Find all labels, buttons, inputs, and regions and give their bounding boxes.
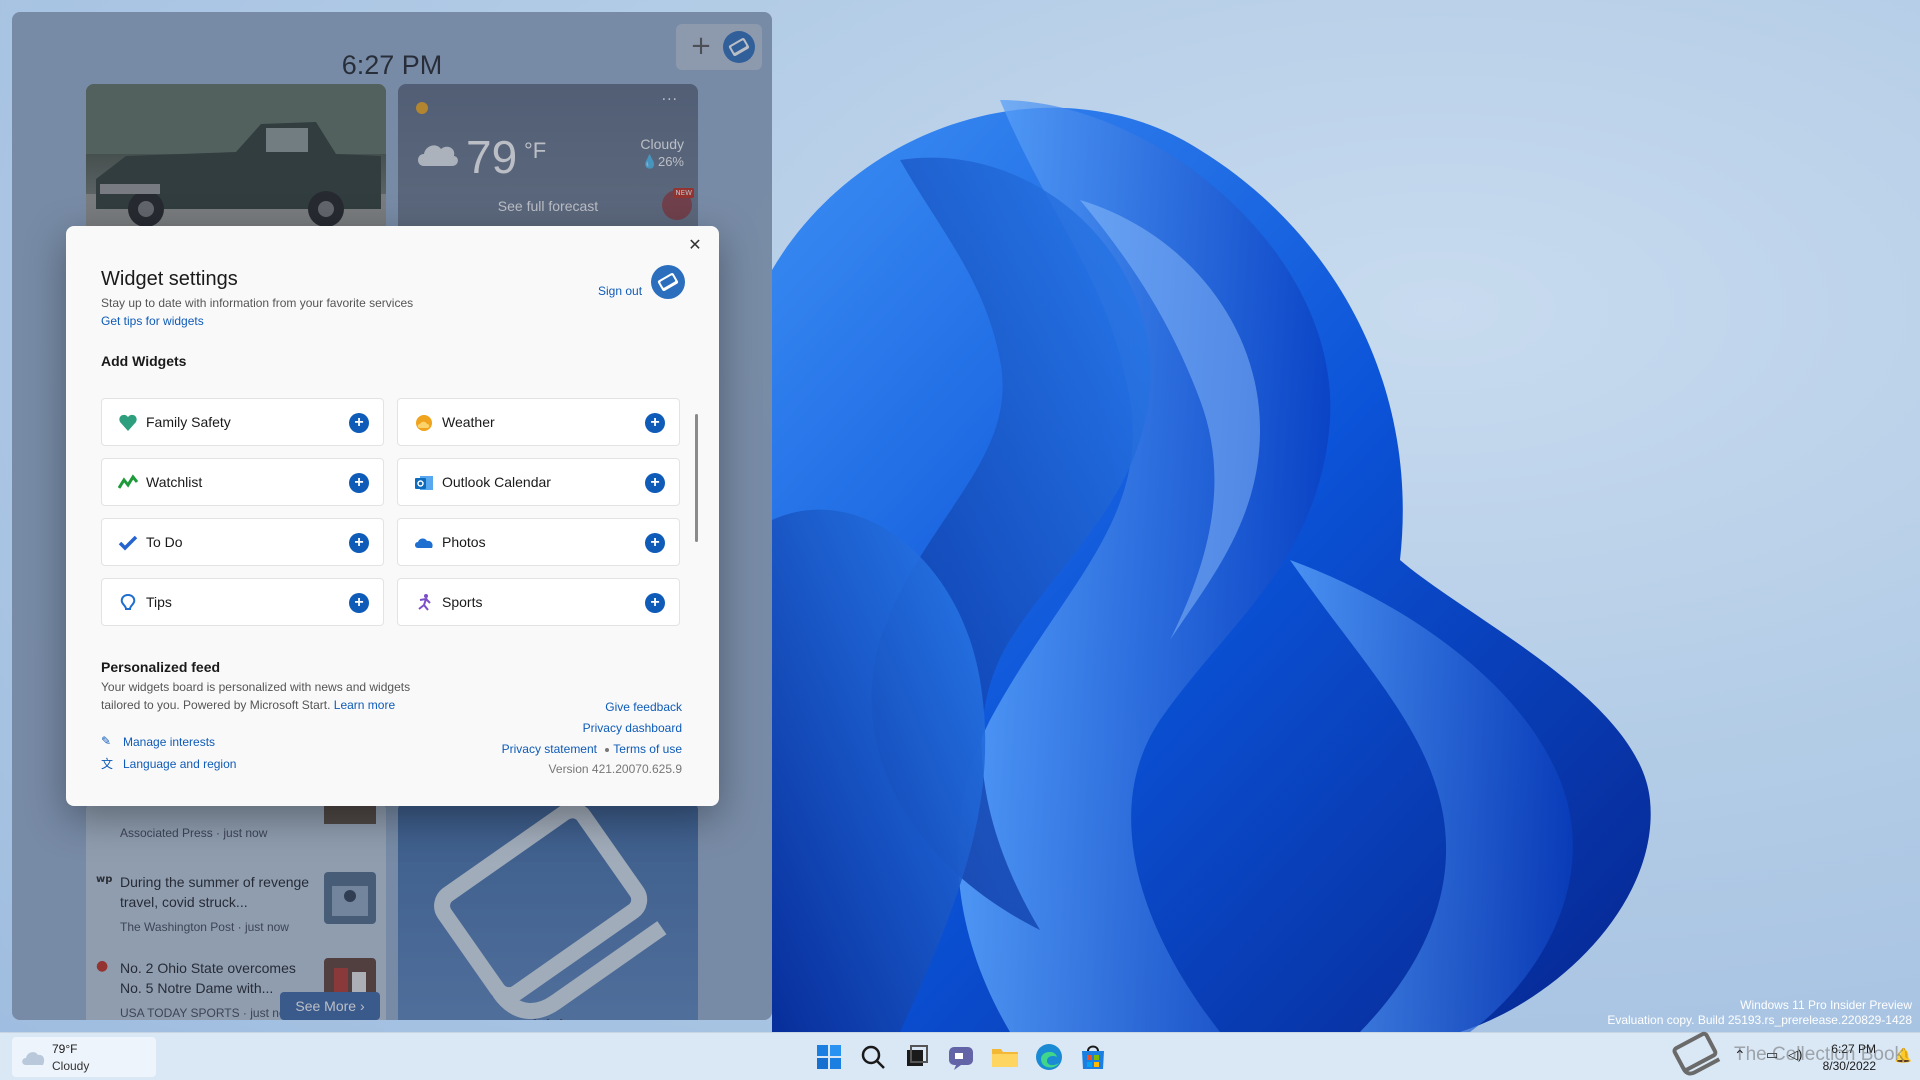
add-circle-icon[interactable]: + bbox=[349, 533, 369, 553]
language-region-link[interactable]: Language and region bbox=[123, 757, 236, 771]
task-view-icon[interactable] bbox=[901, 1041, 933, 1073]
personalized-feed-heading: Personalized feed bbox=[101, 659, 220, 675]
privacy-dashboard-link[interactable]: Privacy dashboard bbox=[583, 721, 682, 735]
store-icon[interactable] bbox=[1077, 1041, 1109, 1073]
tips-link[interactable]: Get tips for widgets bbox=[101, 314, 204, 328]
privacy-statement-link[interactable]: Privacy statement bbox=[502, 742, 597, 756]
widget-tile-to-do[interactable]: To Do + bbox=[101, 518, 384, 566]
widget-label: Photos bbox=[442, 534, 486, 550]
taskbar-weather-widget[interactable]: 79°F Cloudy bbox=[12, 1037, 156, 1077]
outlook-icon bbox=[414, 473, 434, 493]
chat-icon[interactable] bbox=[945, 1041, 977, 1073]
photos-icon bbox=[414, 533, 434, 553]
widget-label: Watchlist bbox=[146, 474, 202, 490]
edge-icon[interactable] bbox=[1033, 1041, 1065, 1073]
add-circle-icon[interactable]: + bbox=[645, 413, 665, 433]
widget-label: Weather bbox=[442, 414, 495, 430]
tips-icon bbox=[118, 593, 138, 613]
widget-tile-photos[interactable]: Photos + bbox=[397, 518, 680, 566]
sports-icon bbox=[414, 593, 434, 613]
scrollbar[interactable] bbox=[695, 414, 698, 542]
widget-tile-family-safety[interactable]: Family Safety + bbox=[101, 398, 384, 446]
dialog-subtitle: Stay up to date with information from yo… bbox=[101, 296, 413, 310]
add-circle-icon[interactable]: + bbox=[645, 533, 665, 553]
learn-more-link[interactable]: Learn more bbox=[334, 698, 395, 712]
widget-tile-weather[interactable]: Weather + bbox=[397, 398, 680, 446]
sign-out-link[interactable]: Sign out bbox=[598, 284, 642, 298]
pencil-icon: ✎ bbox=[101, 734, 115, 748]
widget-label: To Do bbox=[146, 534, 183, 550]
family-safety-icon bbox=[118, 413, 138, 433]
taskbar-weather-condition: Cloudy bbox=[52, 1059, 89, 1073]
collection-book-icon bbox=[1668, 1030, 1722, 1078]
manage-interests-link[interactable]: Manage interests bbox=[123, 735, 215, 749]
version-text: Version 421.20070.625.9 bbox=[549, 762, 682, 776]
taskbar: 79°F Cloudy ⌃ ▭ ◁) 6:27 PM 8/30/2022 🔔 bbox=[0, 1032, 1920, 1080]
cloud-icon bbox=[20, 1047, 46, 1067]
search-icon[interactable] bbox=[857, 1041, 889, 1073]
evaluation-watermark: Windows 11 Pro Insider Preview Evaluatio… bbox=[1607, 998, 1912, 1028]
add-circle-icon[interactable]: + bbox=[349, 593, 369, 613]
add-circle-icon[interactable]: + bbox=[645, 473, 665, 493]
watchlist-icon bbox=[118, 473, 138, 493]
terms-of-use-link[interactable]: Terms of use bbox=[613, 742, 682, 756]
watermark-line: Evaluation copy. Build 25193.rs_prerelea… bbox=[1607, 1013, 1912, 1028]
widget-settings-dialog: ✕ Widget settings Stay up to date with i… bbox=[66, 226, 719, 806]
give-feedback-link[interactable]: Give feedback bbox=[605, 700, 682, 714]
widget-label: Tips bbox=[146, 594, 172, 610]
personalized-feed-description: Your widgets board is personalized with … bbox=[101, 678, 431, 714]
add-circle-icon[interactable]: + bbox=[645, 593, 665, 613]
dialog-title: Widget settings bbox=[101, 268, 238, 291]
add-circle-icon[interactable]: + bbox=[349, 413, 369, 433]
widget-label: Outlook Calendar bbox=[442, 474, 551, 490]
collection-book-watermark: The Collection Book bbox=[1734, 1044, 1904, 1066]
todo-icon bbox=[118, 533, 138, 553]
widget-label: Family Safety bbox=[146, 414, 231, 430]
language-icon: 文 bbox=[101, 755, 115, 769]
taskbar-weather-temp: 79°F bbox=[52, 1042, 77, 1056]
file-explorer-icon[interactable] bbox=[989, 1041, 1021, 1073]
widget-tile-tips[interactable]: Tips + bbox=[101, 578, 384, 626]
widget-tile-outlook-calendar[interactable]: Outlook Calendar + bbox=[397, 458, 680, 506]
separator-dot bbox=[605, 748, 609, 752]
widget-label: Sports bbox=[442, 594, 482, 610]
watermark-line: Windows 11 Pro Insider Preview bbox=[1607, 998, 1912, 1013]
add-widgets-heading: Add Widgets bbox=[101, 353, 186, 369]
widget-tile-sports[interactable]: Sports + bbox=[397, 578, 680, 626]
profile-avatar-icon[interactable] bbox=[650, 264, 686, 300]
start-icon[interactable] bbox=[813, 1041, 845, 1073]
weather-icon bbox=[414, 413, 434, 433]
add-circle-icon[interactable]: + bbox=[349, 473, 369, 493]
widget-tile-watchlist[interactable]: Watchlist + bbox=[101, 458, 384, 506]
close-icon[interactable]: ✕ bbox=[685, 236, 705, 256]
